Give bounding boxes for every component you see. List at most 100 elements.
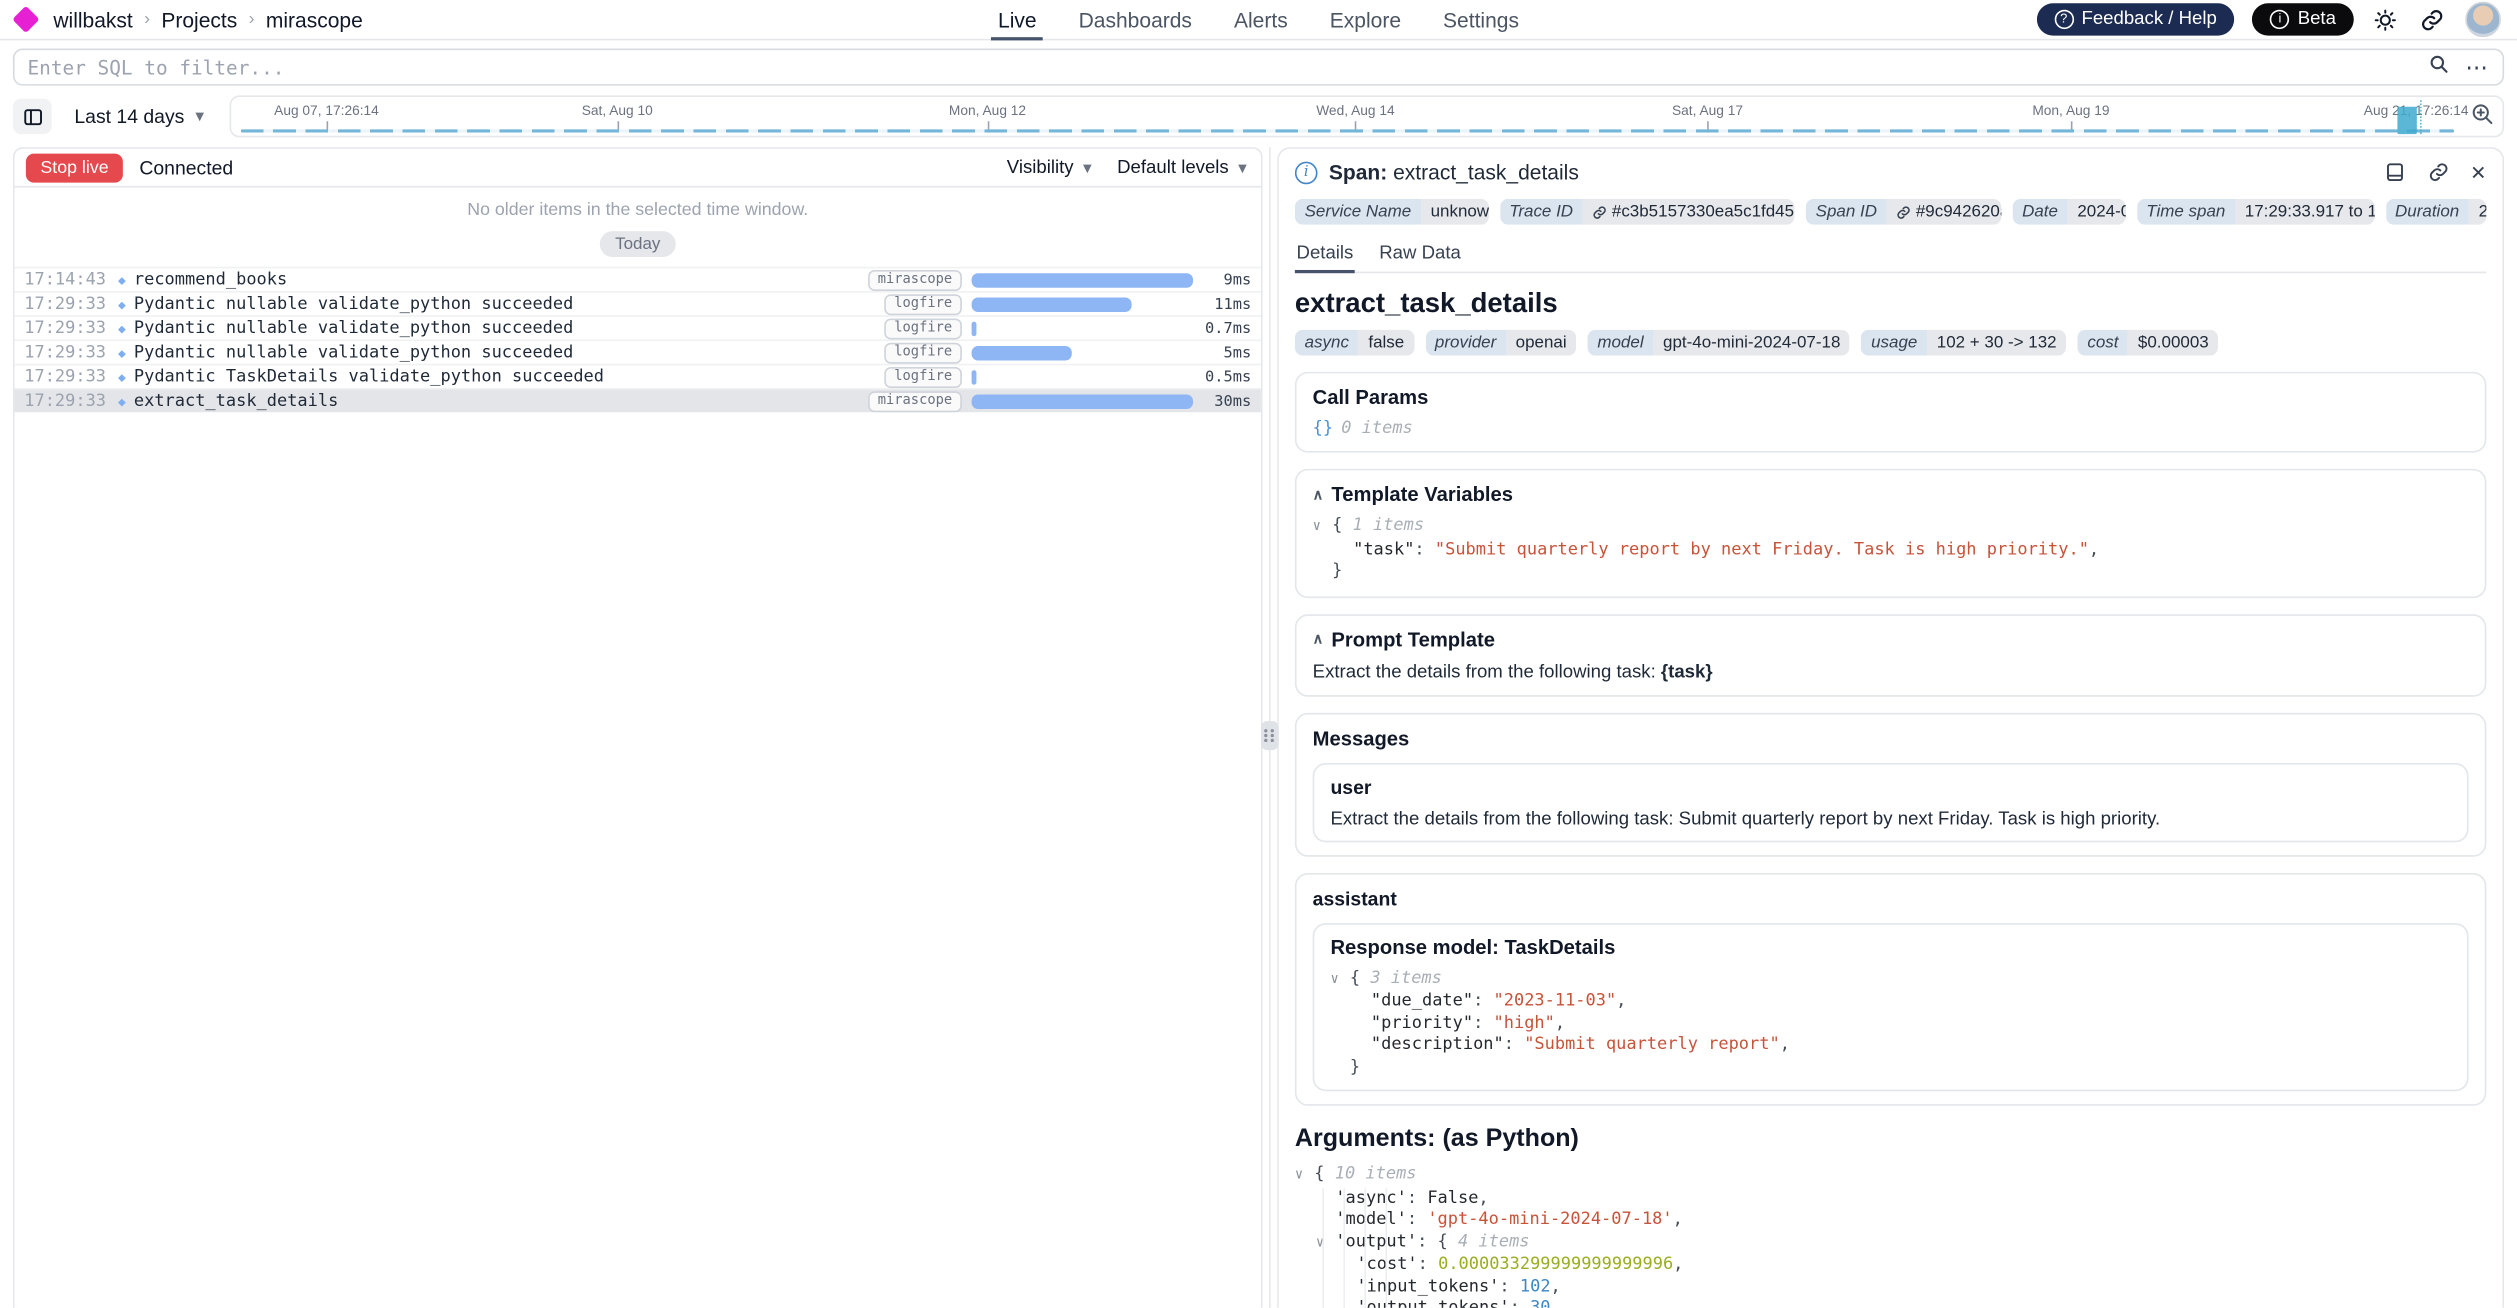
span-duration: 0.5ms [1203, 368, 1251, 386]
theme-toggle-icon[interactable] [2372, 5, 2401, 34]
prompt-template-card: ∧ Prompt Template Extract the details fr… [1295, 613, 2486, 695]
span-diamond-icon: ◆ [118, 394, 126, 409]
span-time: 17:29:33 [24, 318, 115, 337]
message-role: assistant [1313, 887, 2469, 910]
open-drawer-icon[interactable] [2383, 160, 2407, 184]
tab-raw-data[interactable]: Raw Data [1378, 238, 1463, 272]
prompt-template-heading: Prompt Template [1331, 628, 1495, 651]
search-icon[interactable] [2428, 53, 2449, 82]
assistant-message-card: assistant Response model: TaskDetails ∨{… [1295, 872, 2486, 1106]
span-row-selected[interactable]: 17:29:33 ◆ extract_task_details mirascop… [15, 388, 1261, 412]
time-span-badge: Time span17:29:33.917 to 17:29:33.946 [2137, 199, 2374, 225]
tab-explore[interactable]: Explore [1330, 0, 1401, 40]
response-model-card: Response model: TaskDetails ∨{ 3 items"d… [1313, 922, 2469, 1091]
async-badge: asyncfalse [1295, 330, 1414, 356]
empty-window-message: No older items in the selected time wind… [15, 194, 1261, 225]
duration-bar [972, 394, 1193, 409]
tab-live[interactable]: Live [998, 0, 1037, 40]
tab-details[interactable]: Details [1295, 238, 1355, 272]
feedback-help-button[interactable]: ? Feedback / Help [2036, 3, 2234, 35]
span-name: extract_task_details [134, 391, 868, 410]
sql-filter-input[interactable]: Enter SQL to filter... ⋯ [13, 48, 2504, 85]
resize-handle[interactable] [1261, 721, 1279, 750]
span-time: 17:29:33 [24, 343, 115, 362]
info-icon: i [2270, 10, 2289, 29]
beta-button[interactable]: i Beta [2252, 3, 2353, 35]
message-role: user [1330, 775, 2450, 798]
span-row[interactable]: 17:29:33 ◆ Pydantic nullable validate_py… [15, 291, 1261, 315]
stop-live-button[interactable]: Stop live [26, 153, 123, 182]
timeline-tick-label: Mon, Aug 12 [949, 102, 1026, 118]
call-params-heading: Call Params [1313, 386, 2469, 409]
timeline-tick-label: Aug 07, 17:26:14 [274, 102, 379, 118]
timeline-track[interactable] [241, 129, 2454, 133]
span-info-icon: i [1295, 161, 1318, 184]
span-name: Pydantic nullable validate_python succee… [134, 294, 885, 313]
span-title: extract_task_details [1295, 288, 2486, 320]
span-tag: logfire [885, 366, 962, 387]
call-params-card: Call Params {}0 items [1295, 372, 2486, 453]
span-row[interactable]: 17:29:33 ◆ Pydantic TaskDetails validate… [15, 364, 1261, 388]
breadcrumb-project[interactable]: mirascope [266, 7, 363, 31]
breadcrumb-projects[interactable]: Projects [161, 7, 237, 31]
tab-alerts[interactable]: Alerts [1234, 0, 1288, 40]
connection-status: Connected [139, 156, 233, 179]
span-tag: mirascope [868, 269, 962, 290]
tab-dashboards[interactable]: Dashboards [1079, 0, 1192, 40]
link-icon [1592, 204, 1607, 219]
breadcrumb-org[interactable]: willbakst [53, 7, 132, 31]
collapse-icon[interactable]: ∧ [1313, 630, 1324, 648]
copy-link-icon[interactable] [2426, 160, 2450, 184]
close-icon[interactable]: ✕ [2470, 161, 2486, 184]
template-variables-heading: Template Variables [1331, 483, 1513, 506]
timeline-tick-label: Sat, Aug 10 [582, 102, 653, 118]
duration-bar [972, 321, 976, 336]
chevron-down-icon: ▼ [1080, 159, 1094, 175]
timeline[interactable]: Aug 07, 17:26:14 Sat, Aug 10 Mon, Aug 12… [230, 95, 2505, 137]
detail-tabs: Details Raw Data [1295, 238, 2486, 274]
span-row[interactable]: 17:29:33 ◆ Pydantic nullable validate_py… [15, 315, 1261, 339]
span-name: recommend_books [134, 270, 868, 289]
collapse-icon[interactable]: ∧ [1313, 486, 1324, 504]
template-variables-json[interactable]: ∨{ 1 items"task": "Submit quarterly repo… [1313, 516, 2469, 583]
response-model-json[interactable]: ∨{ 3 items"due_date": "2023-11-03","prio… [1330, 968, 2450, 1079]
user-avatar[interactable] [2465, 2, 2501, 38]
duration-bar [972, 369, 976, 384]
span-diamond-icon: ◆ [118, 297, 126, 312]
tab-settings[interactable]: Settings [1443, 0, 1519, 40]
main-nav: Live Dashboards Alerts Explore Settings [998, 0, 1519, 40]
response-model-heading: Response model: TaskDetails [1330, 935, 2450, 958]
arguments-python[interactable]: ∨{ 10 items'async': False,'model': 'gpt-… [1295, 1164, 2486, 1308]
time-range-select[interactable]: Last 14 days▼ [65, 105, 217, 128]
span-duration: 30ms [1203, 392, 1251, 410]
span-tag: mirascope [868, 390, 962, 411]
span-detail-panel: i Span: extract_task_details [1277, 147, 2504, 1308]
span-row[interactable]: 17:29:33 ◆ Pydantic nullable validate_py… [15, 339, 1261, 363]
date-badge: Date2024-08-21 [2012, 199, 2125, 225]
prompt-template-text: Extract the details from the following t… [1313, 662, 2469, 681]
trace-id-badge[interactable]: Trace ID #c3b5157330ea5c1fd4572747af512d… [1500, 199, 1795, 225]
share-link-icon[interactable] [2418, 5, 2447, 34]
span-duration: 11ms [1203, 295, 1251, 313]
today-badge: Today [601, 231, 675, 257]
messages-heading: Messages [1313, 727, 2469, 750]
visibility-dropdown[interactable]: Visibility▼ [1007, 158, 1095, 177]
live-span-list-panel: Stop live Connected Visibility▼ Default … [13, 147, 1263, 1308]
span-duration: 0.7ms [1203, 319, 1251, 337]
span-id-badge[interactable]: Span ID #9c942620aa93dbb4 [1806, 199, 2001, 225]
logfire-logo-icon[interactable] [12, 6, 39, 33]
zoom-in-icon[interactable] [2470, 102, 2494, 134]
span-tag: logfire [885, 293, 962, 314]
chevron-right-icon: › [144, 10, 150, 29]
default-levels-dropdown[interactable]: Default levels▼ [1117, 158, 1250, 177]
arguments-heading: Arguments: (as Python) [1295, 1125, 2486, 1154]
chevron-down-icon: ▼ [1235, 159, 1249, 175]
span-row[interactable]: 17:14:43 ◆ recommend_books mirascope 9ms [15, 267, 1261, 291]
link-icon [1896, 204, 1911, 219]
sidebar-toggle-button[interactable] [13, 99, 52, 135]
timeline-selection[interactable] [2398, 107, 2417, 134]
timeline-tick-label: Sat, Aug 17 [1672, 102, 1743, 118]
user-message-text: Extract the details from the following t… [1330, 809, 2450, 828]
model-badge: modelgpt-4o-mini-2024-07-18 [1588, 330, 1850, 356]
more-options-icon[interactable]: ⋯ [2465, 53, 2489, 80]
